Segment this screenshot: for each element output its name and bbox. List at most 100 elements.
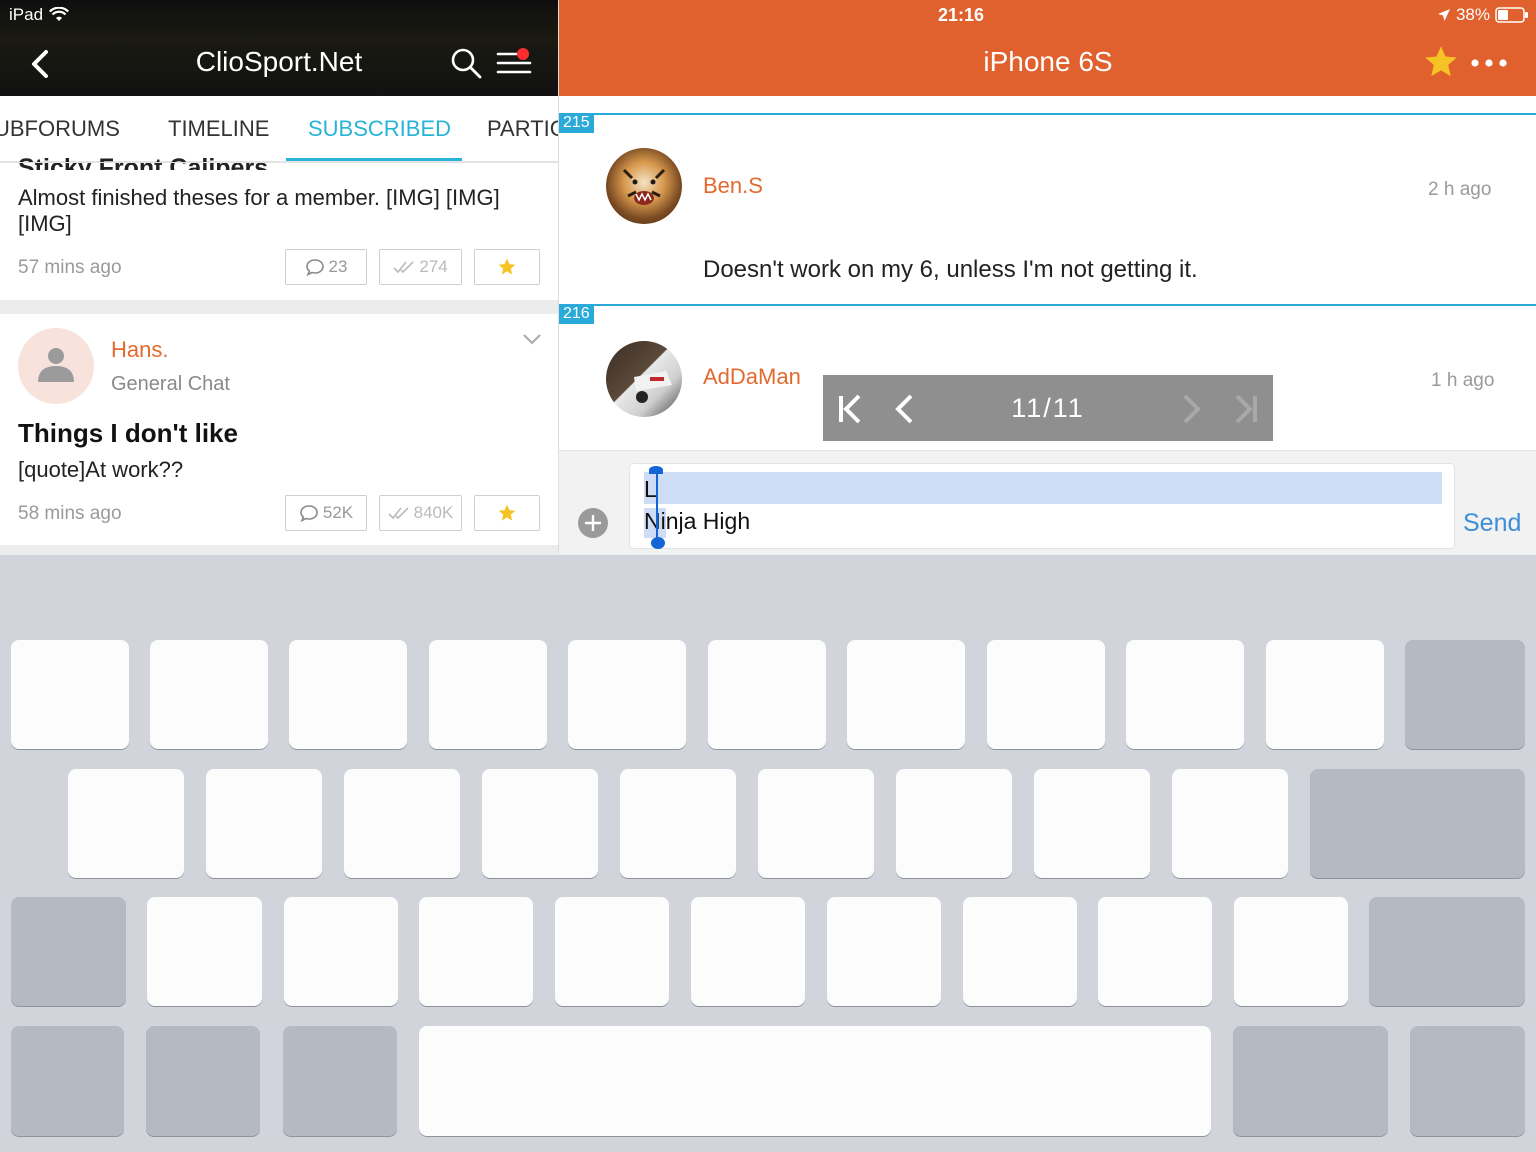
keyboard-key[interactable] xyxy=(1126,640,1244,749)
post-author[interactable]: Ben.S xyxy=(703,173,763,199)
numbers-key[interactable] xyxy=(11,1026,124,1136)
keyboard-key[interactable] xyxy=(1234,897,1348,1006)
thread-preview-line1[interactable]: Almost finished theses for a member. [IM… xyxy=(18,185,500,211)
keyboard-key[interactable] xyxy=(1266,640,1384,749)
next-page-icon[interactable] xyxy=(1179,393,1203,425)
hide-keyboard-key[interactable] xyxy=(1410,1026,1525,1136)
page-navigator: 11/11 xyxy=(823,375,1273,441)
shift-key-left[interactable] xyxy=(11,897,126,1006)
keyboard-key[interactable] xyxy=(429,640,547,749)
subscribe-star-button[interactable] xyxy=(474,249,540,285)
backspace-key[interactable] xyxy=(1405,640,1525,749)
comment-icon xyxy=(300,505,318,522)
keyboard-key[interactable] xyxy=(758,769,874,878)
numbers-key-right[interactable] xyxy=(1233,1026,1388,1136)
tab-divider xyxy=(0,162,558,163)
keyboard-key[interactable] xyxy=(68,769,184,878)
status-clock: 21:16 xyxy=(937,5,984,25)
post-author[interactable]: AdDaMan xyxy=(703,364,801,390)
forum-list-pane: iPad ClioSport.Net UBFORUMS TIMELINE SUB… xyxy=(0,0,558,555)
keyboard-key[interactable] xyxy=(963,897,1077,1006)
keyboard-key[interactable] xyxy=(344,769,460,878)
car-avatar-image xyxy=(634,371,672,403)
keyboard-key[interactable] xyxy=(568,640,686,749)
reply-count: 23 xyxy=(328,257,348,276)
keyboard-key[interactable] xyxy=(987,640,1105,749)
user-avatar[interactable] xyxy=(606,341,682,417)
more-options-icon[interactable] xyxy=(1469,50,1509,76)
keyboard-key[interactable] xyxy=(620,769,736,878)
view-count-button[interactable]: 274 xyxy=(379,249,462,285)
post-author[interactable]: Hans. xyxy=(111,337,168,363)
space-bar[interactable] xyxy=(419,1026,1211,1136)
keyboard-key[interactable] xyxy=(1172,769,1288,878)
search-icon[interactable] xyxy=(450,47,482,79)
battery-icon xyxy=(1495,7,1528,23)
keyboard-key[interactable] xyxy=(847,640,965,749)
shift-key-right[interactable] xyxy=(1369,897,1525,1006)
chevron-down-icon[interactable] xyxy=(523,333,541,345)
user-avatar[interactable] xyxy=(606,148,682,224)
send-button[interactable]: Send xyxy=(1463,509,1521,538)
keyboard-key[interactable] xyxy=(482,769,598,878)
thread-title: iPhone 6S xyxy=(983,46,1113,77)
keyboard-key[interactable] xyxy=(1098,897,1212,1006)
keyboard-key[interactable] xyxy=(289,640,407,749)
keyboard-key[interactable] xyxy=(708,640,826,749)
user-avatar-placeholder[interactable] xyxy=(18,328,94,404)
thread-preview[interactable]: [quote]At work?? xyxy=(18,457,183,483)
double-check-icon xyxy=(393,261,414,274)
tab-subscribed[interactable]: SUBSCRIBED xyxy=(308,116,451,142)
post-time: 2 h ago xyxy=(1428,179,1492,200)
reply-count-button[interactable]: 52K xyxy=(285,495,367,531)
reply-text-line1: L xyxy=(644,476,657,502)
keyboard-key[interactable] xyxy=(206,769,322,878)
keyboard-key[interactable] xyxy=(827,897,941,1006)
selection-handle-end[interactable] xyxy=(651,537,665,549)
tab-subforums[interactable]: UBFORUMS xyxy=(0,116,120,142)
reply-text-line2: Ninja High xyxy=(644,508,751,534)
post-forum-name[interactable]: General Chat xyxy=(111,373,230,396)
reply-count-button[interactable]: 23 xyxy=(285,249,367,285)
tab-participated[interactable]: PARTIC xyxy=(487,116,558,142)
active-tab-indicator xyxy=(286,158,462,161)
thread-preview-line2[interactable]: [IMG] xyxy=(18,211,72,237)
reply-composer: L Ninja High Send xyxy=(559,450,1536,555)
plus-icon xyxy=(585,515,601,531)
last-page-icon[interactable] xyxy=(1231,393,1259,425)
keyboard-key[interactable] xyxy=(147,897,262,1006)
selection-caret[interactable] xyxy=(656,470,658,540)
keyboard-key[interactable] xyxy=(419,897,533,1006)
thread-header: 21:16 38% iPhone 6S xyxy=(559,0,1536,96)
double-check-icon xyxy=(388,507,409,520)
return-key[interactable] xyxy=(1310,769,1525,878)
reply-input[interactable]: L Ninja High xyxy=(629,463,1455,549)
keyboard-key[interactable] xyxy=(691,897,805,1006)
battery-percent: 38% xyxy=(1455,5,1490,24)
thread-pane: 21:16 38% iPhone 6S 215 Ben.S 2 h ago Do… xyxy=(558,0,1536,555)
keyboard-key[interactable] xyxy=(284,897,398,1006)
view-count-button[interactable]: 840K xyxy=(379,495,462,531)
on-screen-keyboard xyxy=(0,555,1536,1152)
post-body: Doesn't work on my 6, unless I'm not get… xyxy=(703,256,1198,283)
dictation-key[interactable] xyxy=(283,1026,397,1136)
keyboard-key[interactable] xyxy=(896,769,1012,878)
thread-title-partial[interactable]: Sticky Front Calipers xyxy=(18,148,268,170)
tab-timeline[interactable]: TIMELINE xyxy=(168,116,269,142)
subscribe-star-button[interactable] xyxy=(474,495,540,531)
thread-post: 215 Ben.S 2 h ago Doesn't work on my 6, … xyxy=(559,113,1536,305)
star-icon[interactable] xyxy=(1423,44,1459,80)
add-attachment-button[interactable] xyxy=(578,508,608,538)
location-arrow-icon xyxy=(1437,9,1450,21)
globe-key[interactable] xyxy=(146,1026,260,1136)
keyboard-key[interactable] xyxy=(150,640,268,749)
thread-title[interactable]: Things I don't like xyxy=(18,420,238,446)
view-count: 840K xyxy=(413,503,454,522)
selection-handle-start[interactable] xyxy=(649,466,663,474)
keyboard-key[interactable] xyxy=(1034,769,1150,878)
page-indicator[interactable]: 11/11 xyxy=(823,393,1273,424)
left-header: iPad ClioSport.Net xyxy=(0,0,558,96)
keyboard-key[interactable] xyxy=(555,897,669,1006)
section-divider xyxy=(0,545,558,555)
keyboard-key[interactable] xyxy=(11,640,129,749)
